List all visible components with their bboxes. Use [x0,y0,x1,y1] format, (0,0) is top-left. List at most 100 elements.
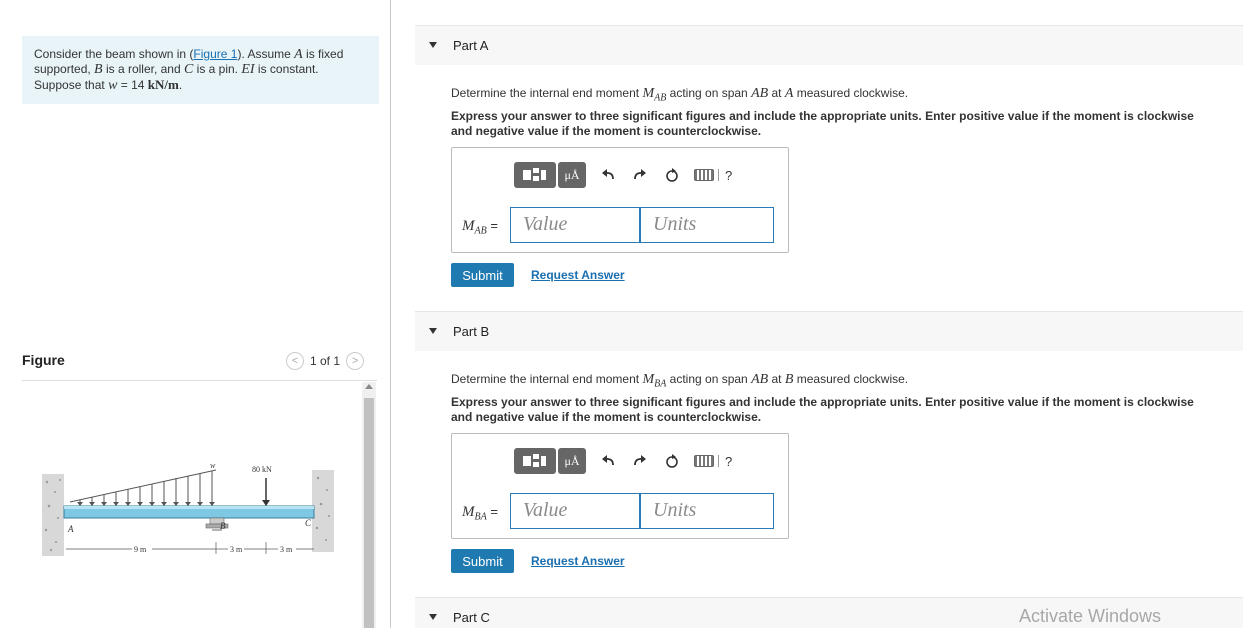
math-toolbar: μÅ ? [514,448,732,474]
collapse-triangle-icon [429,42,437,48]
right-wall [312,470,334,552]
label-c: C [305,518,312,528]
dimension-lines [66,542,314,554]
problem-text: Consider the beam shown in ( [34,47,194,61]
value-input[interactable]: Value [510,207,640,243]
question-text: measured clockwise. [793,86,909,100]
question-moment-subscript: BA [654,378,667,390]
part-b-instructions: Express your answer to three significant… [451,395,1194,424]
templates-button[interactable] [514,162,556,188]
part-a-label: Part A [453,38,489,53]
submit-button[interactable]: Submit [451,263,514,287]
w-symbol: w [108,78,118,93]
units-symbols-button[interactable]: μÅ [558,448,586,474]
collapse-triangle-icon [429,614,437,620]
keyboard-icon[interactable] [694,455,714,467]
part-c-label: Part C [453,610,490,625]
redo-icon[interactable] [630,451,650,471]
figure-link[interactable]: Figure 1 [193,47,237,61]
problem-text: is a roller, and [102,62,184,76]
figure-scrollbar[interactable] [362,382,376,628]
units-input[interactable]: Units [640,493,774,529]
collapse-triangle-icon [429,328,437,334]
left-pane: Consider the beam shown in (Figure 1). A… [0,0,390,628]
figure-title: Figure [22,352,65,368]
distributed-load [69,469,217,504]
variable-subscript: AB [474,225,487,237]
ei-symbol: EI [241,62,255,77]
submit-button[interactable]: Submit [451,549,514,573]
redo-icon[interactable] [630,165,650,185]
scroll-thumb[interactable] [364,398,374,628]
question-moment-subscript: AB [654,92,667,104]
units-input[interactable]: Units [640,207,774,243]
w-value: = 14 [117,78,148,92]
figure-divider [22,380,377,381]
dim-3m-second: 3 m [280,545,293,554]
left-wall [42,474,64,556]
keyboard-icon[interactable] [694,169,714,181]
beam-diagram: w 80 kN A B C 9 m 3 m 3 m [42,461,334,556]
part-b-question: Determine the internal end moment MBA ac… [451,372,908,389]
question-text: acting on span [666,86,752,100]
question-span: AB [751,86,769,101]
question-text: Determine the internal end moment [451,86,643,100]
part-b-header[interactable]: Part B [415,311,1243,351]
equals-sign: = [486,218,498,233]
question-span: AB [751,372,769,387]
variable-symbol: M [462,218,475,234]
pane-divider [390,0,391,628]
w-load-label: w [210,461,216,470]
question-text: acting on span [666,372,752,386]
dim-3m-first: 3 m [230,545,243,554]
problem-text: ). Assume [237,47,295,61]
w-unit: kN/m [147,77,179,92]
equals-sign: = [486,504,498,519]
question-text: at [768,372,785,386]
question-text: measured clockwise. [793,372,909,386]
math-toolbar: μÅ ? [514,162,732,188]
help-icon[interactable]: ? [725,168,732,183]
point-a: A [294,47,303,62]
question-text: Determine the internal end moment [451,372,643,386]
undo-icon[interactable] [598,165,618,185]
point-b: B [94,62,103,77]
figure-pager: < 1 of 1 > [286,352,365,370]
problem-statement: Consider the beam shown in (Figure 1). A… [22,36,379,104]
activate-windows-watermark: Activate Windows [1019,606,1162,626]
point-load-arrow [262,478,270,506]
figure-panel: w 80 kN A B C 9 m 3 m 3 m [22,382,362,628]
undo-icon[interactable] [598,451,618,471]
question-moment-symbol: M [642,86,655,101]
value-input[interactable]: Value [510,493,640,529]
part-a-header[interactable]: Part A [415,25,1243,65]
problem-text: . [178,78,183,92]
next-figure-button[interactable]: > [346,352,365,370]
toolbar-separator [718,169,719,181]
problem-text: is a pin. [193,62,242,76]
scroll-up-arrow[interactable] [365,384,373,389]
question-text: at [768,86,785,100]
help-icon[interactable]: ? [725,454,732,469]
prev-figure-button[interactable]: < [286,352,304,370]
request-answer-link[interactable]: Request Answer [531,554,625,568]
part-b-answer-box: μÅ ? MBA = Value Units [451,433,789,539]
label-b: B [220,521,226,531]
part-a-instructions: Express your answer to three significant… [451,109,1194,138]
dim-9m: 9 m [134,545,147,554]
part-a-question: Determine the internal end moment MAB ac… [451,86,908,103]
label-a: A [67,524,74,534]
part-a-answer-box: μÅ ? MAB = Value Units [451,147,789,253]
templates-icon [523,168,546,181]
variable-subscript: BA [474,511,487,523]
reset-icon[interactable] [662,165,682,185]
reset-icon[interactable] [662,451,682,471]
request-answer-link[interactable]: Request Answer [531,268,625,282]
variable-label: MBA = [462,504,498,523]
part-b-label: Part B [453,324,490,339]
point-c: C [183,62,194,77]
units-symbols-button[interactable]: μÅ [558,162,586,188]
templates-icon [523,454,546,467]
toolbar-separator [718,455,719,467]
templates-button[interactable] [514,448,556,474]
